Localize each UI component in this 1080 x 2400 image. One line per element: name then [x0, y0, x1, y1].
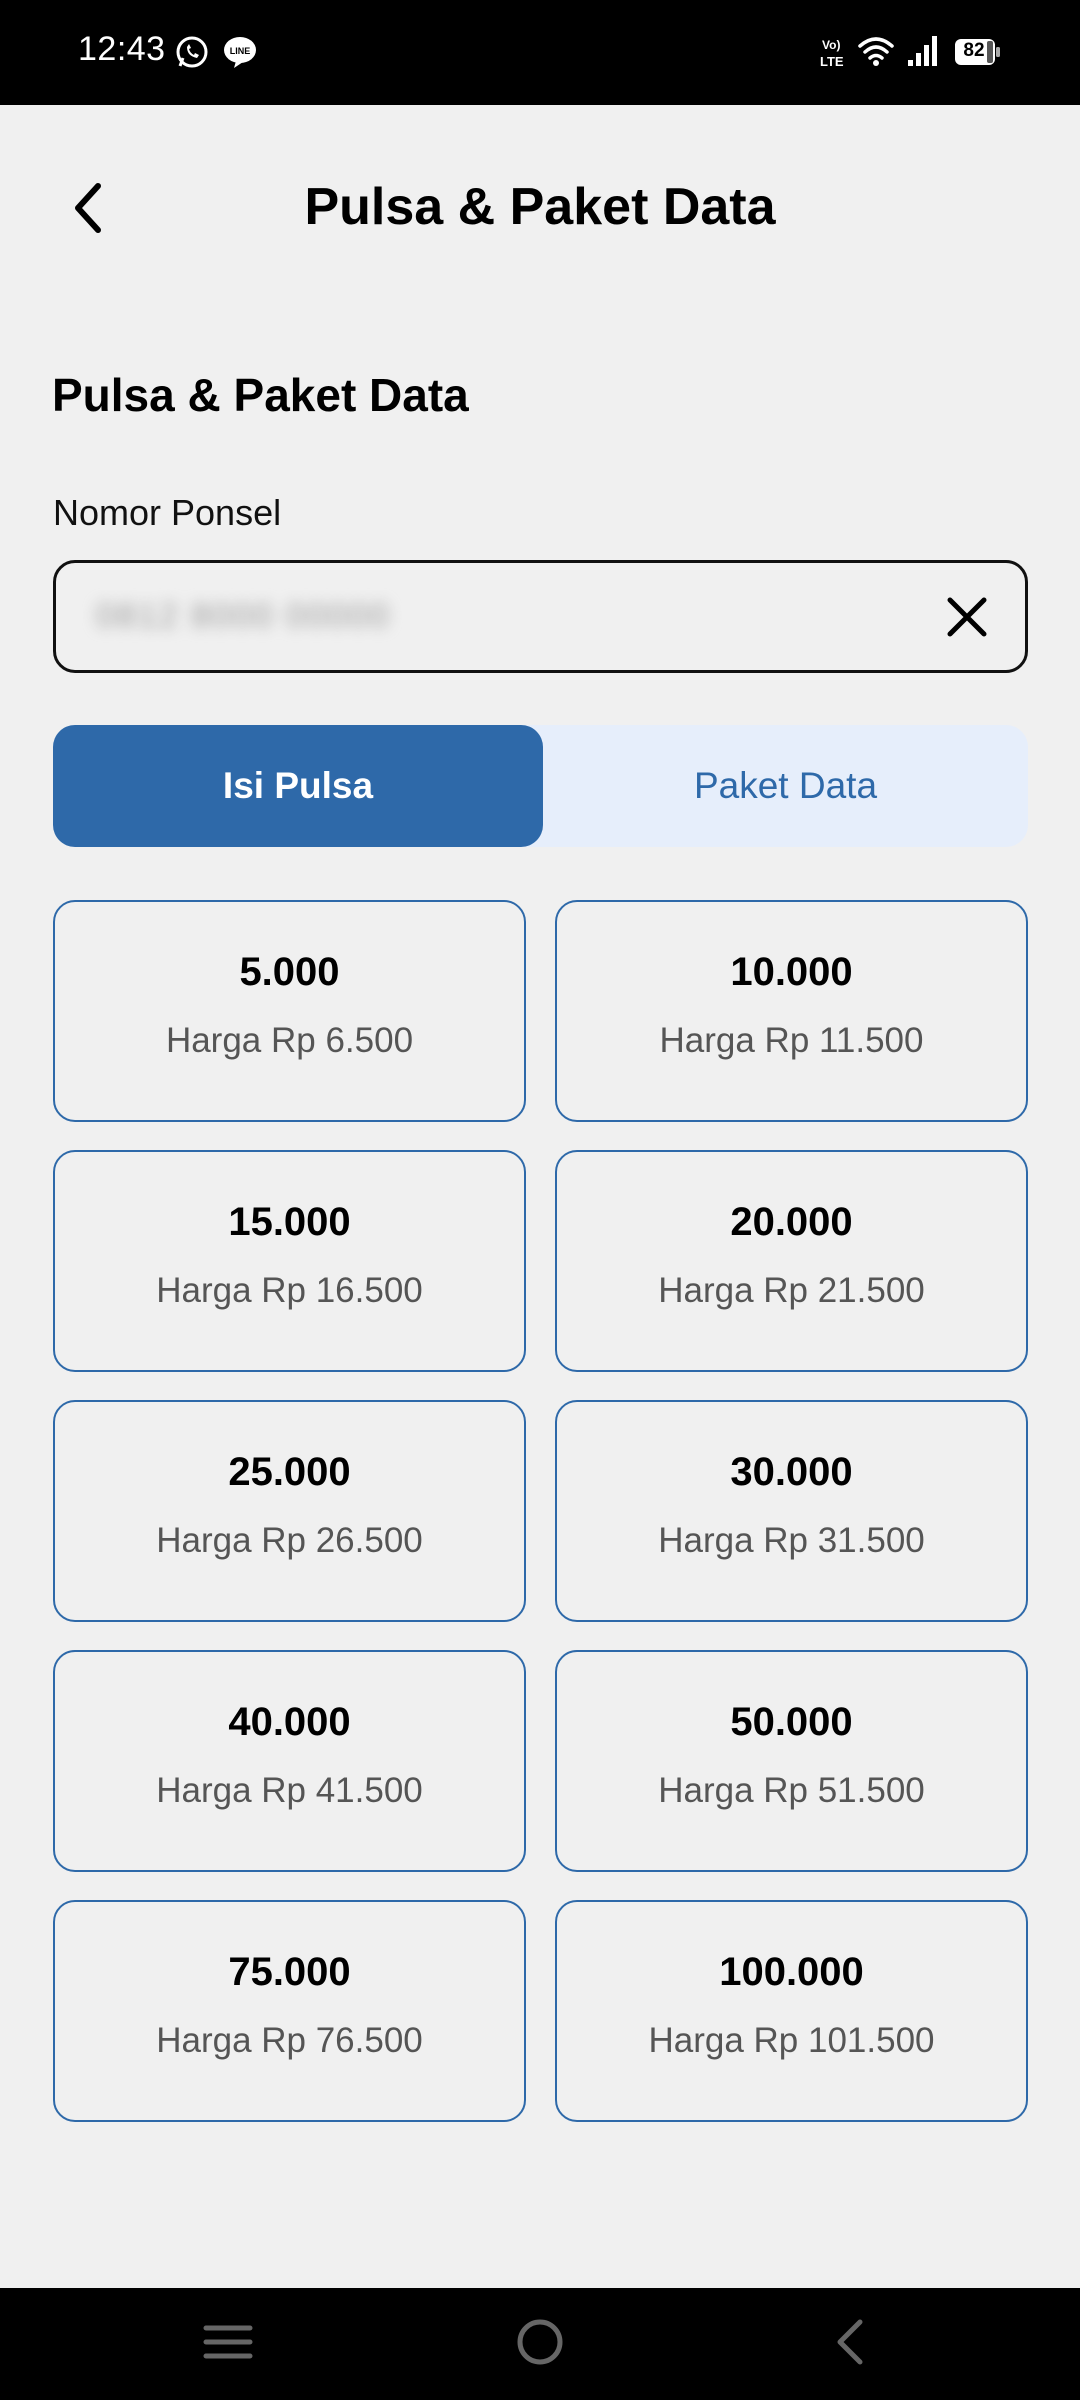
svg-text:LTE: LTE [820, 54, 844, 69]
denomination-amount: 25.000 [228, 1450, 351, 1494]
denomination-price: Harga Rp 76.500 [156, 2021, 423, 2060]
denomination-price: Harga Rp 16.500 [156, 1271, 423, 1310]
denomination-amount: 30.000 [730, 1450, 853, 1494]
denomination-amount: 40.000 [228, 1700, 351, 1744]
denomination-price: Harga Rp 11.500 [659, 1021, 924, 1060]
denomination-amount: 5.000 [239, 950, 340, 994]
svg-text:LINE: LINE [230, 46, 251, 56]
denomination-card[interactable]: 10.000 Harga Rp 11.500 [555, 900, 1028, 1122]
denomination-amount: 100.000 [719, 1950, 864, 1994]
recent-apps-button[interactable] [188, 2308, 268, 2380]
system-nav-bar [0, 2288, 1080, 2400]
denomination-amount: 10.000 [730, 950, 853, 994]
close-icon [946, 596, 988, 643]
denomination-price: Harga Rp 26.500 [156, 1521, 423, 1560]
phone-number-input[interactable]: 0812 8000 00000 [53, 560, 1028, 673]
denomination-price: Harga Rp 21.500 [658, 1271, 925, 1310]
denomination-amount: 20.000 [730, 1200, 853, 1244]
battery-level: 82 [963, 40, 985, 61]
denomination-card[interactable]: 100.000 Harga Rp 101.500 [555, 1900, 1028, 2122]
page-title: Pulsa & Paket Data [304, 178, 776, 236]
svg-text:Vo): Vo) [822, 38, 840, 52]
denomination-amount: 15.000 [228, 1200, 351, 1244]
wifi-icon [856, 34, 896, 73]
denomination-card[interactable]: 75.000 Harga Rp 76.500 [53, 1900, 526, 2122]
denomination-grid: 5.000 Harga Rp 6.500 10.000 Harga Rp 11.… [53, 900, 1028, 2122]
tab-isi-pulsa[interactable]: Isi Pulsa [53, 725, 543, 847]
system-back-button[interactable] [810, 2308, 890, 2380]
status-time: 12:43 [78, 30, 166, 68]
menu-icon [203, 2322, 253, 2367]
denomination-price: Harga Rp 51.500 [658, 1771, 925, 1810]
status-bar: 12:43 LINE Vo) LTE 82 [0, 0, 1080, 105]
section-title: Pulsa & Paket Data [52, 369, 469, 421]
home-icon [515, 2317, 565, 2372]
denomination-price: Harga Rp 101.500 [648, 2021, 935, 2060]
volte-icon: Vo) LTE [820, 36, 852, 75]
back-icon [830, 2317, 870, 2372]
whatsapp-icon [174, 34, 210, 75]
tab-bar: Isi Pulsa Paket Data [53, 725, 1028, 847]
denomination-price: Harga Rp 41.500 [156, 1771, 423, 1810]
clear-phone-button[interactable] [939, 591, 995, 647]
phone-number-label: Nomor Ponsel [53, 492, 282, 533]
tab-paket-data[interactable]: Paket Data [543, 725, 1028, 847]
line-icon: LINE [222, 35, 258, 74]
denomination-card[interactable]: 25.000 Harga Rp 26.500 [53, 1400, 526, 1622]
signal-icon [906, 34, 940, 73]
denomination-card[interactable]: 20.000 Harga Rp 21.500 [555, 1150, 1028, 1372]
denomination-card[interactable]: 40.000 Harga Rp 41.500 [53, 1650, 526, 1872]
app-header: Pulsa & Paket Data [0, 105, 1080, 320]
denomination-card[interactable]: 50.000 Harga Rp 51.500 [555, 1650, 1028, 1872]
denomination-amount: 50.000 [730, 1700, 853, 1744]
phone-number-value: 0812 8000 00000 [96, 597, 391, 635]
denomination-card[interactable]: 30.000 Harga Rp 31.500 [555, 1400, 1028, 1622]
denomination-card[interactable]: 5.000 Harga Rp 6.500 [53, 900, 526, 1122]
denomination-amount: 75.000 [228, 1950, 351, 1994]
home-button[interactable] [500, 2308, 580, 2380]
denomination-price: Harga Rp 6.500 [165, 1021, 414, 1060]
denomination-card[interactable]: 15.000 Harga Rp 16.500 [53, 1150, 526, 1372]
denomination-price: Harga Rp 31.500 [658, 1521, 925, 1560]
